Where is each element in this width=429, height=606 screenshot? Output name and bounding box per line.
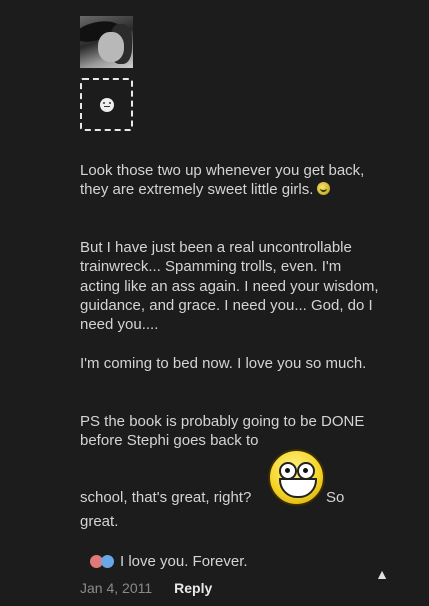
grin-emoji-icon [317,182,331,196]
avatar-face [98,32,124,62]
paragraph-5-text: school, that's great, right? [80,489,252,506]
paragraph-5-tail: So [326,489,345,506]
paragraph-1: Look those two up whenever you get back,… [80,161,380,200]
post-date[interactable]: Jan 4, 2011 [80,580,152,596]
scroll-to-top-icon[interactable]: ▲ [374,566,390,582]
smiley-placeholder-icon [99,97,114,112]
paragraph-3: I'm coming to bed now. I love you so muc… [80,355,367,372]
hearts-icon [88,554,116,570]
paragraph-6: great. [80,513,119,530]
post-meta: Jan 4, 2011 Reply [80,580,212,596]
love-line: I love you. Forever. [88,553,248,570]
avatar-placeholder[interactable] [80,78,133,131]
love-text: I love you. Forever. [120,553,248,570]
reply-button[interactable]: Reply [174,580,212,596]
paragraph-5: school, that's great, right? So [80,488,380,507]
paragraph-2: But I have just been a real uncontrollab… [80,239,379,334]
paragraph-4: PS the book is probably going to be DONE… [80,413,365,450]
avatar-photo[interactable] [80,16,133,68]
